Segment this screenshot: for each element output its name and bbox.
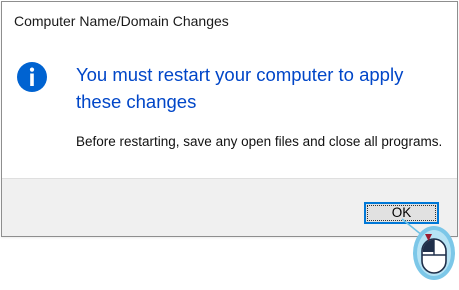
dialog-message: Before restarting, save any open files a… <box>76 134 443 149</box>
dialog-titlebar[interactable]: Computer Name/Domain Changes <box>2 2 457 42</box>
dialog-button-bar: OK <box>2 178 457 236</box>
dialog-title: Computer Name/Domain Changes <box>14 13 229 29</box>
message-dialog: Computer Name/Domain Changes You must re… <box>1 1 458 237</box>
ok-button[interactable]: OK <box>364 202 439 224</box>
ok-button-label: OK <box>391 205 412 220</box>
dialog-content: You must restart your computer to apply … <box>2 42 457 176</box>
screen: Computer Name/Domain Changes You must re… <box>0 0 459 290</box>
info-icon <box>17 62 47 92</box>
dialog-heading: You must restart your computer to apply … <box>76 64 404 112</box>
